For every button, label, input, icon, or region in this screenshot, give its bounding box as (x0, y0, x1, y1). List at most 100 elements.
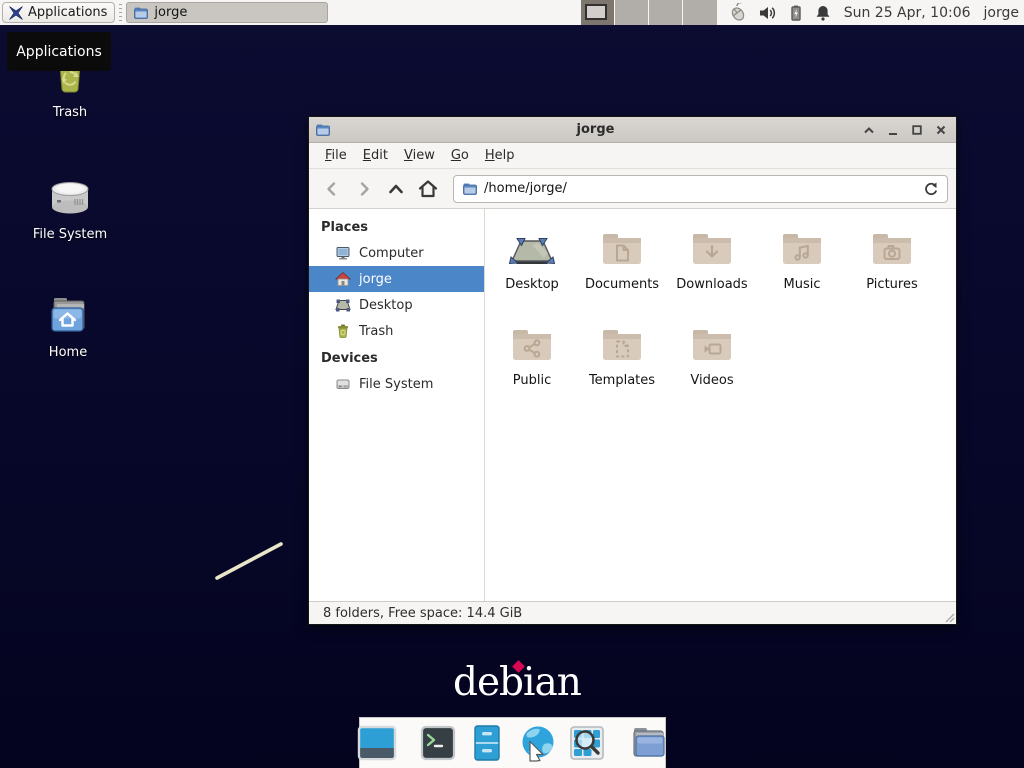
application-finder-icon[interactable] (568, 724, 606, 762)
file-manager-window: jorge File Edit View Go Help (308, 116, 957, 625)
workspace-4[interactable] (683, 0, 717, 25)
harddisk-small-icon (335, 376, 351, 392)
desktop-artifact-line (210, 536, 292, 584)
system-tray (729, 3, 832, 23)
back-button[interactable] (317, 174, 347, 204)
panel-handle[interactable] (117, 4, 124, 21)
file-item-label: Music (784, 277, 821, 292)
file-item-desktop[interactable]: Desktop (487, 225, 577, 321)
file-item-pictures[interactable]: Pictures (847, 225, 937, 321)
sidebar-item-label: Computer (359, 246, 424, 261)
file-manager-icon[interactable] (468, 724, 506, 762)
file-item-templates[interactable]: Templates (577, 321, 667, 417)
clock[interactable]: Sun 25 Apr, 10:06 (844, 5, 971, 21)
folder-pictures-icon (868, 225, 916, 273)
file-item-public[interactable]: Public (487, 321, 577, 417)
shade-button[interactable] (860, 121, 878, 139)
workspace-1[interactable] (581, 0, 615, 25)
input-mouse-icon[interactable] (729, 3, 749, 23)
home-button[interactable] (413, 174, 443, 204)
up-button[interactable] (381, 174, 411, 204)
folder-public-icon (508, 321, 556, 369)
folder-documents-icon (598, 225, 646, 273)
desktop-icon-label: File System (33, 227, 107, 242)
applications-menu-button[interactable]: Applications (2, 2, 115, 23)
desktop-icon (335, 297, 351, 313)
path-bar[interactable] (453, 175, 948, 203)
applications-menu-label: Applications (28, 5, 107, 20)
notifications-icon[interactable] (814, 4, 832, 22)
volume-icon[interactable] (758, 4, 778, 22)
folder-videos-icon (688, 321, 736, 369)
menu-help[interactable]: Help (477, 145, 523, 166)
file-item-label: Templates (589, 373, 655, 388)
menu-edit[interactable]: Edit (355, 145, 396, 166)
sidebar-item-label: Trash (359, 324, 393, 339)
file-item-label: Public (513, 373, 551, 388)
sidebar-item-label: Desktop (359, 298, 413, 313)
desktop-icon-label: Home (49, 345, 87, 360)
computer-icon (335, 245, 351, 261)
close-button[interactable] (932, 121, 950, 139)
workspace-3[interactable] (649, 0, 683, 25)
file-item-music[interactable]: Music (757, 225, 847, 321)
debian-logo: debian (453, 660, 581, 705)
sidebar-item-computer[interactable]: Computer (309, 240, 484, 266)
path-folder-icon (462, 181, 478, 197)
menu-view[interactable]: View (396, 145, 443, 166)
dock (359, 717, 666, 768)
taskbar-window-button[interactable]: jorge (126, 2, 328, 23)
directory-icon[interactable] (628, 724, 668, 762)
file-item-label: Desktop (505, 277, 559, 292)
menu-go[interactable]: Go (443, 145, 477, 166)
desktop-icon-home[interactable]: Home (20, 292, 116, 360)
show-desktop-icon[interactable] (357, 724, 397, 762)
file-item-videos[interactable]: Videos (667, 321, 757, 417)
sidebar-header-devices: Devices (309, 344, 484, 371)
menu-file[interactable]: File (317, 145, 355, 166)
workspace-pager[interactable] (581, 0, 717, 25)
applications-tooltip: Applications (7, 32, 111, 71)
menubar: File Edit View Go Help (309, 143, 956, 169)
file-item-downloads[interactable]: Downloads (667, 225, 757, 321)
file-item-label: Videos (690, 373, 733, 388)
sidebar-item-label: File System (359, 377, 433, 392)
battery-charging-icon[interactable] (787, 4, 805, 22)
file-view[interactable]: Desktop Documents Downloads (485, 209, 956, 601)
home-folder-icon (42, 292, 94, 340)
file-item-label: Documents (585, 277, 659, 292)
folder-icon (133, 5, 149, 21)
sidebar-item-label: jorge (359, 272, 392, 287)
desktop-icon-file-system[interactable]: File System (22, 174, 118, 242)
sidebar-item-trash[interactable]: Trash (309, 318, 484, 344)
sidebar-item-desktop[interactable]: Desktop (309, 292, 484, 318)
tooltip-text: Applications (16, 44, 102, 60)
terminal-icon[interactable] (419, 724, 457, 762)
taskbar-window-label: jorge (154, 5, 187, 20)
folder-music-icon (778, 225, 826, 273)
workspace-2[interactable] (615, 0, 649, 25)
reload-icon[interactable] (923, 181, 939, 197)
username[interactable]: jorge (984, 5, 1019, 21)
toolbar (309, 169, 956, 209)
file-item-documents[interactable]: Documents (577, 225, 667, 321)
workspace-window-thumb (585, 4, 607, 20)
user-home-icon (335, 271, 351, 287)
statusbar-text: 8 folders, Free space: 14.4 GiB (323, 606, 522, 621)
window-title: jorge (331, 122, 860, 137)
resize-grip[interactable] (943, 611, 955, 623)
statusbar: 8 folders, Free space: 14.4 GiB (309, 601, 956, 624)
minimize-button[interactable] (884, 121, 902, 139)
sidebar-item-file-system[interactable]: File System (309, 371, 484, 397)
titlebar[interactable]: jorge (309, 117, 956, 143)
window-folder-icon (315, 122, 331, 138)
sidebar-header-places: Places (309, 213, 484, 240)
forward-button[interactable] (349, 174, 379, 204)
maximize-button[interactable] (908, 121, 926, 139)
web-browser-icon[interactable] (517, 724, 557, 762)
path-input[interactable] (484, 181, 917, 196)
sidebar-item-jorge[interactable]: jorge (309, 266, 484, 292)
harddisk-icon (46, 174, 94, 222)
top-panel: Applications jorge (0, 0, 1024, 25)
xfce-menu-icon (8, 5, 24, 21)
